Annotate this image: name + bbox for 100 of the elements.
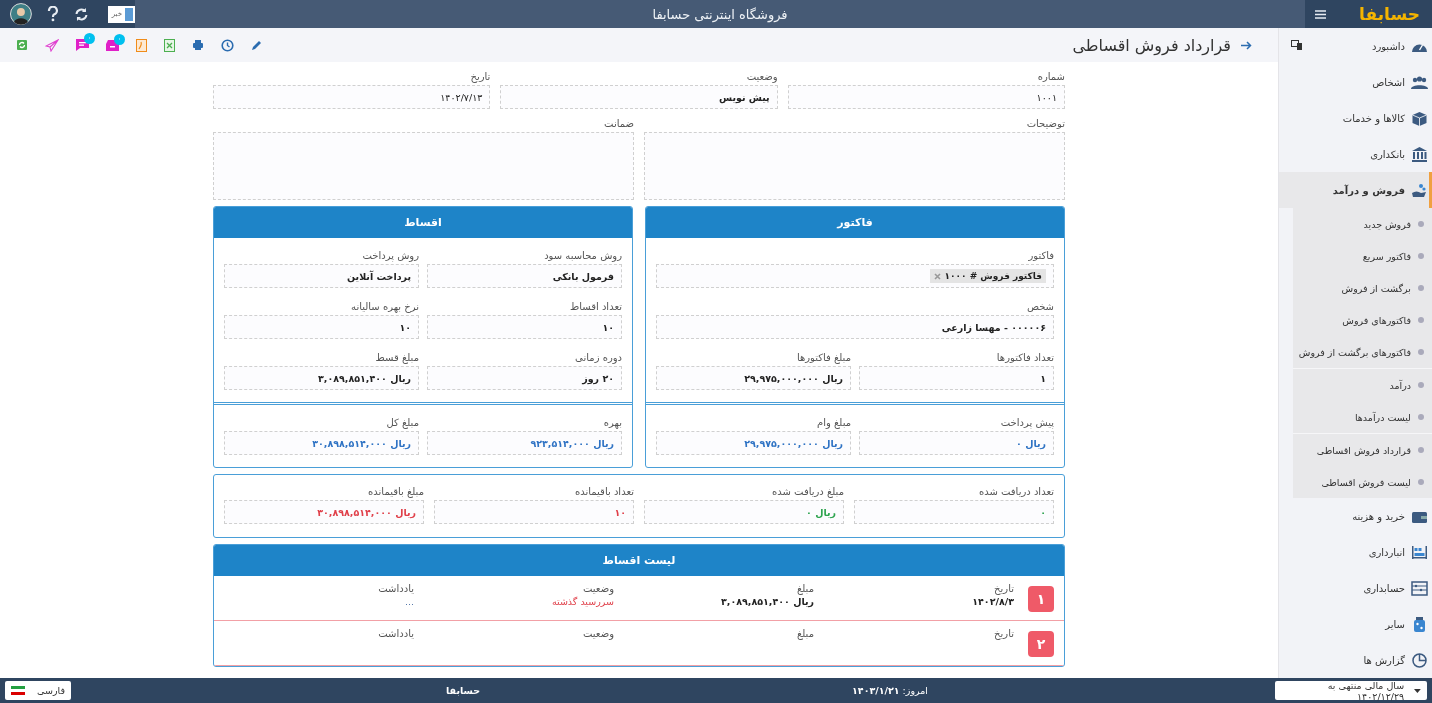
- column-label: وضعیت: [582, 628, 614, 639]
- submenu-item[interactable]: فاکتور سریع: [1293, 240, 1432, 272]
- sidebar-item[interactable]: داشبورد: [1279, 28, 1432, 64]
- field-label: وضعیت: [745, 71, 778, 82]
- sidebar-item[interactable]: گزارش ها: [1279, 642, 1432, 678]
- cell-value: ۱۴۰۲/۸/۳: [971, 596, 1014, 607]
- sidebar-item[interactable]: سایر: [1279, 606, 1432, 642]
- input-field[interactable]: ریال ۹۲۳,۵۱۴,۰۰۰: [427, 431, 622, 455]
- user-avatar[interactable]: [10, 3, 32, 25]
- devices-icon[interactable]: [1291, 40, 1303, 50]
- cell-value: سررسید گذشته: [550, 596, 614, 607]
- submenu-item[interactable]: قرارداد فروش اقساطی: [1293, 434, 1432, 466]
- input-field[interactable]: ریال ۲۹,۹۷۵,۰۰۰,۰۰۰: [656, 431, 851, 455]
- shelves-icon: [1411, 544, 1428, 560]
- input-field[interactable]: ریال ۰: [859, 431, 1054, 455]
- panel-header: لیست اقساط: [214, 545, 1064, 576]
- field-label: مبلغ کل: [385, 417, 419, 428]
- flag-icon: [11, 686, 25, 695]
- input-field[interactable]: ۲۰ روز: [427, 366, 622, 390]
- submenu-item[interactable]: فاکتورهای فروش: [1293, 304, 1432, 336]
- field-label: تعداد دریافت شده: [977, 486, 1054, 497]
- pencil-icon[interactable]: [251, 39, 263, 51]
- fiscal-year-select[interactable]: سال مالی منتهی به ۱۴۰۲/۱۲/۲۹: [1275, 681, 1427, 700]
- column-label: تاریخ: [993, 628, 1014, 639]
- input-field[interactable]: ریال ۲۹,۹۷۵,۰۰۰,۰۰۰: [656, 366, 851, 390]
- number-badge: ۱: [1028, 586, 1054, 612]
- input-field[interactable]: ریال ۳۰,۸۹۸,۵۱۴,۰۰۰: [224, 431, 419, 455]
- field-label: تعداد اقساط: [568, 301, 622, 312]
- installment-row[interactable]: ۱ تاریخ ۱۴۰۲/۸/۳ مبلغ ریال ۳,۰۸۹,۸۵۱,۴۰۰ وضعیت سررسید گذشته یادداشت ...: [214, 576, 1064, 621]
- field-label: فاکتور: [1027, 250, 1054, 261]
- page-title: قرارداد فروش اقساطی: [1072, 35, 1231, 55]
- input-field[interactable]: پیش نویس: [500, 85, 778, 109]
- input-field[interactable]: ریال ۳,۰۸۹,۸۵۱,۴۰۰: [224, 366, 419, 390]
- app-name: حسابفا: [446, 685, 481, 696]
- panel-header: اقساط: [214, 207, 632, 238]
- submenu-item[interactable]: درآمد: [1293, 369, 1432, 401]
- sidebar-item[interactable]: خرید و هزینه: [1279, 498, 1432, 534]
- clock-icon[interactable]: [221, 38, 234, 52]
- input-field[interactable]: فرمول بانکی: [427, 264, 622, 288]
- field-label: تعداد فاکتورها: [995, 352, 1054, 363]
- app-logo: حسابفا: [1359, 4, 1420, 24]
- printer-icon[interactable]: [192, 39, 204, 51]
- submenu-item[interactable]: لیست فروش اقساطی: [1293, 466, 1432, 498]
- field-label: روش محاسبه سود: [543, 250, 622, 261]
- refresh-icon[interactable]: [73, 6, 89, 22]
- hand-coins-icon: [1411, 182, 1428, 198]
- select-field[interactable]: فاکتور فروش # ۱۰۰۰: [656, 264, 1054, 288]
- cell-value: ریال ۳,۰۸۹,۸۵۱,۴۰۰: [720, 596, 814, 607]
- input-field[interactable]: ۱۰: [427, 315, 622, 339]
- box-icon: [1411, 110, 1428, 126]
- today-date: امروز: ۱۴۰۳/۱/۲۱: [852, 685, 928, 696]
- spreadsheet-file-icon[interactable]: [164, 38, 175, 52]
- paper-plane-icon[interactable]: [45, 38, 59, 52]
- field-label: نرخ بهره سالیانه: [350, 301, 419, 312]
- window-title: فروشگاه اینترنتی حسابفا: [651, 6, 789, 22]
- input-field[interactable]: ریال ۳۰,۸۹۸,۵۱۴,۰۰۰: [224, 500, 424, 524]
- column-label: یادداشت: [377, 583, 414, 594]
- input-field[interactable]: پرداخت آنلاین: [224, 264, 419, 288]
- bank-icon: [1411, 146, 1428, 162]
- input-field[interactable]: ۱۰۰۱: [787, 85, 1065, 109]
- sidebar-item[interactable]: حسابداری: [1279, 570, 1432, 606]
- field-label: دوره زمانی: [574, 352, 622, 363]
- input-field[interactable]: ۱: [859, 366, 1054, 390]
- sidebar-item[interactable]: بانکداری: [1279, 136, 1432, 172]
- sidebar-item[interactable]: اشخاص: [1279, 64, 1432, 100]
- column-label: وضعیت: [582, 583, 614, 594]
- field-label: شخص: [1025, 301, 1054, 312]
- field-label: ضمانت: [603, 118, 634, 129]
- sidebar-item[interactable]: انبارداری: [1279, 534, 1432, 570]
- field-label: تعداد باقیمانده: [574, 486, 634, 497]
- column-label: مبلغ: [796, 628, 814, 639]
- sidebar-item[interactable]: کالاها و خدمات: [1279, 100, 1432, 136]
- field-label: بهره: [602, 417, 622, 428]
- input-field[interactable]: ۱۴۰۲/۷/۱۳: [213, 85, 491, 109]
- input-field[interactable]: ۱۰: [224, 315, 419, 339]
- submenu-item[interactable]: فروش جدید: [1293, 208, 1432, 240]
- submenu-item[interactable]: لیست درآمدها: [1293, 401, 1432, 433]
- field-label: مبلغ وام: [816, 417, 851, 428]
- field-label: مبلغ دریافت شده: [771, 486, 844, 497]
- submenu-item[interactable]: برگشت از فروش: [1293, 272, 1432, 304]
- installment-row[interactable]: ۲ تاریخ مبلغ وضعیت یادداشت: [214, 621, 1064, 666]
- column-label: تاریخ: [993, 583, 1014, 594]
- help-icon[interactable]: [46, 6, 59, 22]
- sidebar-item[interactable]: فروش و درآمد: [1279, 172, 1432, 208]
- arrow-right-icon[interactable]: [1241, 40, 1252, 50]
- column-label: مبلغ: [796, 583, 814, 594]
- field-label: شماره: [1036, 71, 1065, 82]
- chart-icon: [1411, 652, 1428, 668]
- submenu-item[interactable]: فاکتورهای برگشت از فروش: [1293, 336, 1432, 368]
- selected-tag[interactable]: فاکتور فروش # ۱۰۰۰: [929, 269, 1046, 283]
- language-select[interactable]: فارسی: [5, 681, 71, 700]
- input-field[interactable]: ۱۰: [434, 500, 634, 524]
- number-badge: ۲: [1028, 631, 1054, 657]
- field-label: روش پرداخت: [361, 250, 419, 261]
- field-label: پیش پرداخت: [999, 417, 1054, 428]
- menu-icon[interactable]: [1315, 9, 1326, 19]
- panel-header: فاکتور: [646, 207, 1064, 238]
- field-label: مبلغ فاکتورها: [795, 352, 851, 363]
- field-label: مبلغ قسط: [374, 352, 419, 363]
- input-field[interactable]: ۰۰۰۰۰۶ - مهسا زارعی: [656, 315, 1054, 339]
